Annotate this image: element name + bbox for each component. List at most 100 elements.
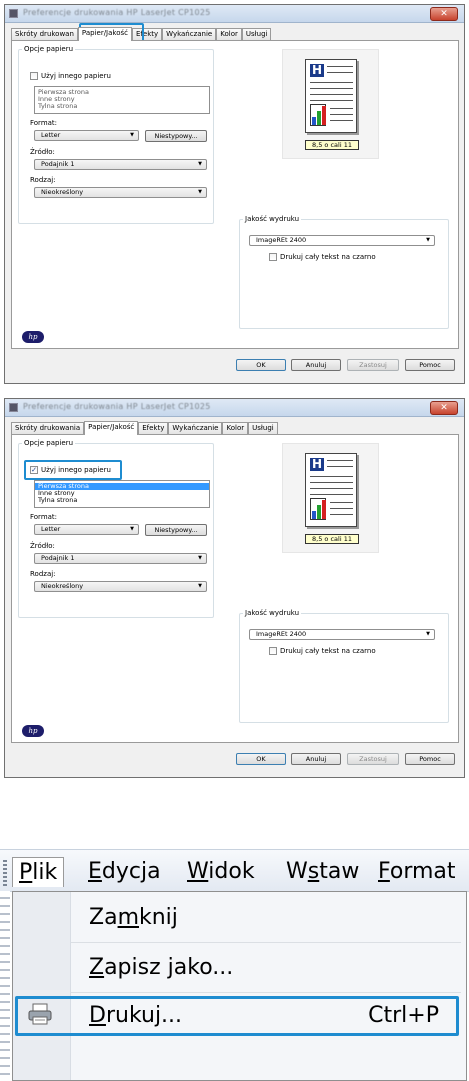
print-preferences-dialog: Preferencje drukowania HP LaserJet CP102…	[4, 398, 465, 778]
type-value: Nieokreślony	[41, 582, 84, 590]
page-preview: H 8,5 o cali 11	[282, 443, 379, 553]
paper-size-label: 8,5 o cali 11	[305, 140, 359, 150]
apply-button[interactable]: Zastosuj	[347, 359, 399, 371]
tab-shortcuts[interactable]: Skróty drukowan	[11, 28, 78, 40]
source-select[interactable]: Podajnik 1 ▼	[34, 159, 207, 170]
source-label: Źródło:	[30, 542, 55, 550]
chevron-down-icon: ▼	[426, 631, 430, 637]
menu-view-accel: W	[187, 859, 209, 884]
tab-color[interactable]: Kolor	[222, 422, 249, 434]
tab-effects[interactable]: Efekty	[138, 422, 169, 434]
menu-edit-text-rest: dycja	[101, 859, 161, 884]
menu-insert-text: W	[286, 859, 308, 884]
menu-edit[interactable]: Edycja	[88, 857, 161, 887]
preview-line	[327, 460, 353, 461]
quality-select[interactable]: ImageREt 2400 ▼	[249, 235, 435, 246]
window-title: Preferencje drukowania HP LaserJet CP102…	[23, 402, 211, 411]
tab-services[interactable]: Usługi	[248, 422, 278, 434]
source-select[interactable]: Podajnik 1 ▼	[34, 553, 207, 564]
bar-green	[317, 505, 321, 519]
black-text-checkbox[interactable]: Drukuj cały tekst na czarno	[269, 647, 376, 655]
cancel-button[interactable]: Anuluj	[291, 753, 341, 765]
type-value: Nieokreślony	[41, 188, 84, 196]
bar-red	[322, 500, 326, 519]
list-item[interactable]: Tylna strona	[35, 497, 209, 504]
quality-select[interactable]: ImageREt 2400 ▼	[249, 629, 435, 640]
preview-line	[310, 88, 353, 89]
format-select[interactable]: Letter ▼	[34, 130, 139, 141]
menu-item-close-text-rest: knij	[139, 905, 178, 930]
tab-paper-quality[interactable]: Papier/Jakość	[84, 421, 139, 435]
preview-chart-icon	[310, 498, 326, 520]
custom-size-button[interactable]: Niestypowy...	[145, 130, 207, 142]
tab-paper-quality[interactable]: Papier/Jakość	[77, 27, 132, 41]
menu-bar: Plik Edycja Widok Wstaw Format	[0, 849, 469, 892]
menu-icon-gutter	[13, 892, 71, 1080]
help-button[interactable]: Pomoc	[405, 359, 455, 371]
hp-logo: hp	[22, 725, 44, 737]
preview-line	[330, 508, 353, 509]
list-item[interactable]: Tylna strona	[35, 103, 209, 110]
close-icon: ✕	[440, 9, 448, 19]
chevron-down-icon: ▼	[130, 132, 134, 138]
file-menu-dropdown: Zamknij Zapisz jako... Drukuj... Ctrl+P	[12, 891, 467, 1081]
checkbox-box	[269, 647, 277, 655]
black-text-checkbox[interactable]: Drukuj cały tekst na czarno	[269, 253, 376, 261]
tab-finishing[interactable]: Wykańczanie	[162, 28, 217, 40]
type-select[interactable]: Nieokreślony ▼	[34, 187, 207, 198]
preview-chart-icon	[310, 104, 326, 126]
preview-heading-glyph: H	[310, 63, 324, 77]
ok-button[interactable]: OK	[236, 359, 286, 371]
format-value: Letter	[41, 525, 61, 533]
menu-file[interactable]: Plik	[12, 857, 65, 887]
menu-format-accel: F	[378, 859, 390, 884]
menu-format[interactable]: Format	[378, 857, 456, 887]
preview-line	[310, 82, 353, 83]
custom-size-button[interactable]: Niestypowy...	[145, 524, 207, 536]
checkbox-highlight-callout	[24, 460, 122, 480]
paper-size-label: 8,5 o cali 11	[305, 534, 359, 544]
page-list[interactable]: Pierwsza strona Inne strony Tylna strona	[34, 86, 210, 114]
close-button[interactable]: ✕	[430, 7, 458, 21]
chevron-down-icon: ▼	[198, 583, 202, 589]
menu-item-close-accel: m	[117, 905, 139, 930]
type-select[interactable]: Nieokreślony ▼	[34, 581, 207, 592]
menu-insert-text-rest: taw	[319, 859, 360, 884]
tab-services[interactable]: Usługi	[241, 28, 272, 40]
paper-options-label: Opcje papieru	[22, 45, 76, 53]
chevron-down-icon: ▼	[198, 161, 202, 167]
close-button[interactable]: ✕	[430, 401, 458, 415]
format-select[interactable]: Letter ▼	[34, 524, 139, 535]
background-window-edge	[0, 891, 10, 1081]
bar-green	[317, 111, 321, 125]
quality-value: ImageREt 2400	[256, 236, 307, 244]
preview-line	[330, 514, 353, 515]
use-different-paper-checkbox[interactable]: Użyj innego papieru	[30, 72, 111, 80]
type-label: Rodzaj:	[30, 176, 56, 184]
window-title: Preferencje drukowania HP LaserJet CP102…	[23, 8, 211, 17]
menu-item-save-as[interactable]: Zapisz jako...	[71, 946, 461, 990]
chevron-down-icon: ▼	[130, 526, 134, 532]
help-button[interactable]: Pomoc	[405, 753, 455, 765]
menu-item-close[interactable]: Zamknij	[71, 896, 461, 940]
preview-line	[310, 476, 353, 477]
menu-item-save-as-text-rest: apisz jako...	[104, 955, 234, 980]
toolbar-grip[interactable]	[3, 860, 7, 886]
format-label: Format:	[30, 119, 58, 127]
menu-insert[interactable]: Wstaw	[286, 857, 359, 887]
ok-button[interactable]: OK	[236, 753, 286, 765]
tab-color[interactable]: Kolor	[216, 28, 242, 40]
use-different-paper-label: Użyj innego papieru	[41, 72, 111, 80]
paper-options-label: Opcje papieru	[22, 439, 76, 447]
menu-view[interactable]: Widok	[187, 857, 255, 887]
preview-line	[310, 94, 353, 95]
tab-finishing[interactable]: Wykańczanie	[168, 422, 223, 434]
close-icon: ✕	[440, 403, 448, 413]
tab-shortcuts[interactable]: Skróty drukowania	[11, 422, 85, 434]
print-preferences-dialog: Preferencje drukowania HP LaserJet CP102…	[4, 4, 465, 384]
cancel-button[interactable]: Anuluj	[291, 359, 341, 371]
menu-format-text-rest: ormat	[389, 859, 456, 884]
page-list[interactable]: Pierwsza strona Inne strony Tylna strona	[34, 480, 210, 508]
apply-button[interactable]: Zastosuj	[347, 753, 399, 765]
preview-line	[310, 482, 353, 483]
